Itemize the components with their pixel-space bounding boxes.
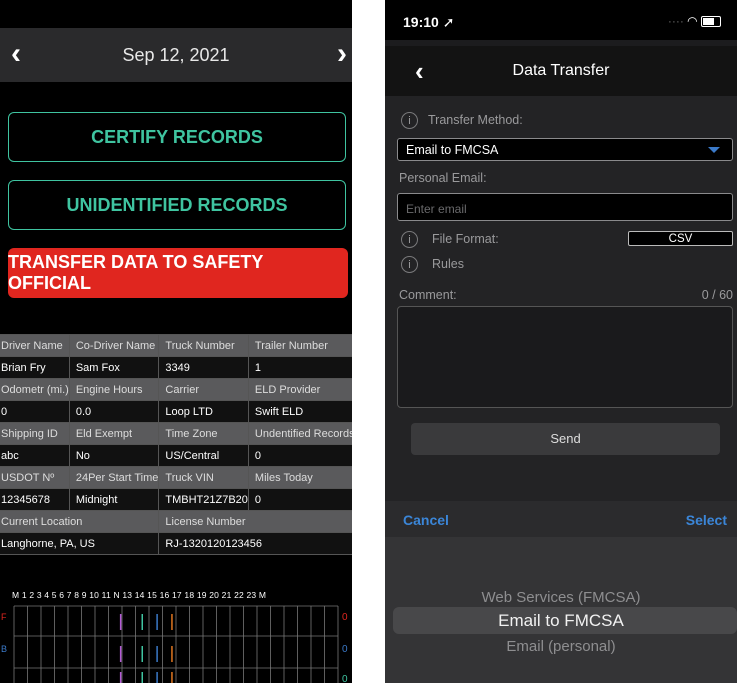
table-cell: 0 (0, 400, 70, 423)
dropdown-caret-icon (708, 147, 720, 153)
table-cell: abc (0, 444, 70, 467)
graph-row-label-driving: B (1, 644, 7, 654)
table-header-row: Current Location License Number (0, 510, 352, 533)
picker-option[interactable]: Email (personal) (385, 638, 737, 655)
table-header-cell: Co-Driver Name (68, 334, 160, 357)
rules-label[interactable]: Rules (432, 257, 464, 271)
table-header-cell: Engine Hours (68, 378, 160, 401)
driver-info-table: Driver Name Co-Driver Name Truck Number Tra… (0, 334, 352, 555)
status-time: 19:10 ➚ (403, 14, 455, 30)
picker-option[interactable]: Web Services (FMCSA) (385, 589, 737, 606)
rules-info-icon[interactable]: i (401, 256, 418, 273)
comment-counter: 0 / 60 (701, 288, 733, 302)
table-header-row: USDOT Nº 24Per Start Time Truck VIN Miles T… (0, 466, 352, 489)
graph-row-label-offduty: F (1, 612, 7, 622)
table-cell: TMBHT21Z7B20 (158, 488, 249, 511)
data-transfer-screen: 19:10 ➚ ···· ◠ ‹ Data Transfer i Transfe… (385, 0, 737, 683)
screen-title: Data Transfer (512, 62, 610, 79)
table-cell: Midnight (68, 488, 160, 511)
table-cell: Sam Fox (68, 356, 160, 379)
table-header-cell: Driver Name (0, 334, 70, 357)
transfer-method-info-icon[interactable]: i (401, 112, 418, 129)
table-cell: Langhorne, PA, US (0, 532, 160, 555)
table-header-cell: Current Location (0, 510, 160, 533)
signal-icon: ···· (667, 14, 684, 28)
table-header-row: Driver Name Co-Driver Name Truck Number Tra… (0, 334, 352, 357)
transfer-data-button[interactable]: TRANSFER DATA TO SAFETY OFFICIAL (8, 248, 348, 298)
table-cell: 0 (247, 488, 352, 511)
table-row: abc No US/Central 0 (0, 444, 352, 467)
table-cell: Swift ELD (247, 400, 352, 423)
previous-day-chevron-icon[interactable]: ‹ (4, 36, 28, 72)
file-format-label: File Format: (432, 232, 499, 246)
unidentified-records-button[interactable]: UNIDENTIFIED RECORDS (8, 180, 346, 230)
date-bar: Sep 12, 2021 (0, 28, 352, 82)
graph-hour-labels: M 1 2 3 4 5 6 7 8 9 10 11 N 13 14 15 16 … (12, 590, 267, 600)
send-label: Send (550, 431, 581, 446)
send-button[interactable]: Send (411, 423, 720, 455)
graph-total-driving: 0 (342, 644, 348, 655)
table-cell: 1 (247, 356, 352, 379)
table-header-cell: Odometr (mi.) (0, 378, 70, 401)
personal-email-label: Personal Email: (399, 171, 487, 185)
table-header-row: Shipping ID Eld Exempt Time Zone Undentifie… (0, 422, 352, 445)
log-screen: Sep 12, 2021 ‹ › CERTIFY RECORDS UNIDENT… (0, 0, 352, 683)
table-header-cell: Miles Today (247, 466, 352, 489)
next-day-chevron-icon[interactable]: › (330, 36, 352, 72)
graph-marks (119, 614, 173, 683)
table-header-cell: Carrier (158, 378, 249, 401)
table-cell: 12345678 (0, 488, 70, 511)
transfer-method-select[interactable]: Email to FMCSA (397, 138, 733, 161)
table-header-cell: USDOT Nº (0, 466, 70, 489)
table-cell: 0 (247, 444, 352, 467)
status-bar: 19:10 ➚ ···· ◠ (385, 0, 737, 40)
file-format-value: CSV (668, 233, 693, 245)
transfer-data-label: TRANSFER DATA TO SAFETY OFFICIAL (8, 252, 264, 293)
transfer-method-label: Transfer Method: (428, 113, 523, 127)
battery-icon (701, 16, 721, 28)
graph-total-offduty: 0 (342, 612, 348, 623)
table-row: Brian Fry Sam Fox 3349 1 (0, 356, 352, 379)
email-placeholder: Enter email (406, 202, 467, 216)
certify-records-label: CERTIFY RECORDS (91, 126, 263, 147)
cancel-button[interactable]: Cancel (403, 512, 449, 528)
select-button[interactable]: Select (686, 512, 727, 528)
table-cell: RJ-1320120123456 (158, 532, 352, 555)
table-header-cell: Eld Exempt (68, 422, 160, 445)
email-input[interactable]: Enter email (397, 193, 733, 221)
table-row: 0 0.0 Loop LTD Swift ELD (0, 400, 352, 423)
table-header-cell: Undentified Records (247, 422, 352, 445)
table-header-cell: Truck VIN (158, 466, 249, 489)
graph-total-onduty: 0 (342, 674, 348, 683)
comment-label: Comment: (399, 288, 457, 302)
table-cell: 0.0 (68, 400, 160, 423)
table-cell: No (68, 444, 160, 467)
table-header-cell: License Number (158, 510, 352, 533)
certify-records-button[interactable]: CERTIFY RECORDS (8, 112, 346, 162)
current-date: Sep 12, 2021 (122, 44, 230, 65)
table-cell: US/Central (158, 444, 249, 467)
table-header-cell: Time Zone (158, 422, 249, 445)
table-header-cell: Truck Number (158, 334, 249, 357)
table-header-row: Odometr (mi.) Engine Hours Carrier ELD Prov… (0, 378, 352, 401)
unidentified-records-label: UNIDENTIFIED RECORDS (66, 194, 288, 215)
table-header-cell: Shipping ID (0, 422, 70, 445)
file-format-select[interactable]: CSV (628, 231, 733, 246)
status-icons: ···· ◠ (668, 14, 721, 28)
picker-option-selected[interactable]: Email to FMCSA (385, 611, 737, 631)
comment-textarea[interactable] (397, 306, 733, 408)
table-header-cell: ELD Provider (247, 378, 352, 401)
table-row: 12345678 Midnight TMBHT21Z7B20 0 (0, 488, 352, 511)
table-cell: 3349 (158, 356, 249, 379)
table-header-cell: 24Per Start Time (68, 466, 160, 489)
wifi-icon: ◠ (687, 14, 698, 28)
transfer-method-value: Email to FMCSA (406, 143, 499, 157)
table-row: Langhorne, PA, US RJ-1320120123456 (0, 532, 352, 555)
graph-grid (13, 605, 339, 683)
file-format-info-icon[interactable]: i (401, 231, 418, 248)
table-header-cell: Trailer Number (247, 334, 352, 357)
table-cell: Loop LTD (158, 400, 249, 423)
table-cell: Brian Fry (0, 356, 70, 379)
